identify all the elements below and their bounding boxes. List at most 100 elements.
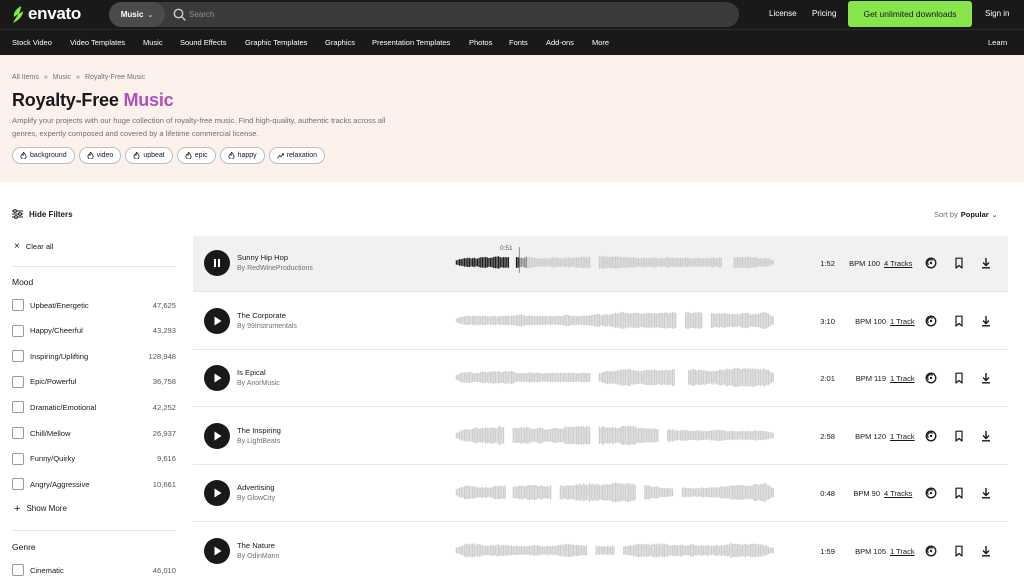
play-button[interactable] [204,365,230,392]
pause-button[interactable] [204,250,230,276]
nav-add-ons[interactable]: Add-ons [546,38,574,47]
waveform[interactable] [419,247,811,273]
bookmark-icon[interactable] [953,257,965,269]
similar-tracks-icon[interactable] [925,430,937,442]
similar-tracks-icon[interactable] [925,545,937,557]
tag-chip[interactable]: relaxation [268,147,326,164]
track-author[interactable]: By LightBeats [237,438,280,445]
waveform[interactable] [419,305,811,331]
track-author[interactable]: By 99Instrumentals [237,323,297,330]
nav-stock-video[interactable]: Stock Video [12,38,52,47]
category-select[interactable]: Music ⌄ [109,2,165,27]
similar-tracks-icon[interactable] [925,487,937,499]
facet-checkbox[interactable] [12,401,24,414]
track-author[interactable]: By GlowCity [237,495,275,502]
waveform[interactable] [419,477,811,503]
facet-option[interactable]: Inspiring/Uplifting 128,948 [12,349,176,363]
facet-checkbox[interactable] [12,478,24,491]
waveform[interactable] [419,535,811,561]
bookmark-icon[interactable] [953,487,965,499]
tag-chip[interactable]: happy [219,147,265,164]
nav-presentation-templates[interactable]: Presentation Templates [372,38,450,47]
breadcrumb-all-items[interactable]: All Items [12,74,39,81]
facet-option[interactable]: Epic/Powerful 36,758 [12,375,176,389]
facet-option[interactable]: Angry/Aggressive 10,661 [12,477,176,491]
nav-sound-effects[interactable]: Sound Effects [180,38,227,47]
track-count-link[interactable]: 1 Track [890,547,915,556]
nav-learn[interactable]: Learn [988,38,1007,47]
track-count-link[interactable]: 1 Track [890,374,915,383]
track-title[interactable]: Is Epical [237,368,266,377]
track-count-link[interactable]: 4 Tracks [884,489,912,498]
facet-option[interactable]: Dramatic/Emotional 42,252 [12,400,176,414]
track-author[interactable]: By OdinMann [237,553,279,560]
tag-chip[interactable]: background [12,147,75,164]
track-title[interactable]: Sunny Hip Hop [237,253,288,262]
facet-checkbox[interactable] [12,564,24,576]
facet-checkbox[interactable] [12,375,24,388]
track-row[interactable]: Is Epical By AnorMusic 2:01 BPM 119 1 Track [193,351,1008,408]
bookmark-icon[interactable] [953,372,965,384]
nav-more[interactable]: More [592,38,609,47]
download-icon[interactable] [980,487,992,499]
play-button[interactable] [204,422,230,449]
track-title[interactable]: The Nature [237,541,275,550]
nav-graphics[interactable]: Graphics [325,38,355,47]
track-title[interactable]: Advertising [237,483,275,492]
get-unlimited-downloads-button[interactable]: Get unlimited downloads [848,1,972,27]
tag-chip[interactable]: epic [176,147,216,164]
facet-option[interactable]: Funny/Quirky 9,616 [12,452,176,466]
sort-dropdown[interactable]: Sort by Popular ⌄ [934,210,998,219]
track-count-link[interactable]: 1 Track [890,317,915,326]
show-more-button[interactable]: + Show More [14,503,67,514]
track-row[interactable]: Advertising By GlowCity 0:48 BPM 90 4 Tracks [193,466,1008,523]
waveform[interactable] [419,362,811,388]
track-count-link[interactable]: 1 Track [890,432,915,441]
pricing-link[interactable]: Pricing [812,9,836,18]
download-icon[interactable] [980,257,992,269]
nav-photos[interactable]: Photos [469,38,492,47]
license-link[interactable]: License [769,9,797,18]
bookmark-icon[interactable] [953,430,965,442]
facet-checkbox[interactable] [12,299,24,311]
track-count-link[interactable]: 4 Tracks [884,259,912,268]
tag-chip[interactable]: video [78,147,122,164]
waveform[interactable] [419,420,811,446]
download-icon[interactable] [980,545,992,557]
nav-video-templates[interactable]: Video Templates [70,38,125,47]
similar-tracks-icon[interactable] [925,372,937,384]
track-author[interactable]: By AnorMusic [237,380,280,387]
nav-music[interactable]: Music [143,38,163,47]
envato-logo[interactable]: envato [12,4,81,24]
track-row[interactable]: Sunny Hip Hop By RedWineProductions 0:51 1:… [193,236,1008,292]
facet-option[interactable]: Upbeat/Energetic 47,625 [12,298,176,312]
facet-checkbox[interactable] [12,452,24,465]
download-icon[interactable] [980,372,992,384]
facet-option[interactable]: Cinematic 46,010 [12,563,176,576]
clear-all-button[interactable]: × Clear all [14,241,53,251]
facet-checkbox[interactable] [12,350,24,363]
track-title[interactable]: The Corporate [237,311,286,320]
hide-filters-button[interactable]: Hide Filters [12,209,73,219]
track-row[interactable]: The Corporate By 99Instrumentals 3:10 BPM 1… [193,294,1008,350]
nav-fonts[interactable]: Fonts [509,38,528,47]
bookmark-icon[interactable] [953,545,965,557]
play-button[interactable] [204,538,230,564]
nav-graphic-templates[interactable]: Graphic Templates [245,38,307,47]
bookmark-icon[interactable] [953,315,965,327]
sign-in-link[interactable]: Sign in [985,9,1009,18]
search-icon[interactable] [173,8,186,21]
facet-option[interactable]: Happy/Cheerful 43,293 [12,324,176,338]
similar-tracks-icon[interactable] [925,257,937,269]
similar-tracks-icon[interactable] [925,315,937,327]
facet-checkbox[interactable] [12,427,24,439]
play-button[interactable] [204,307,230,334]
tag-chip[interactable]: upbeat [125,147,173,164]
download-icon[interactable] [980,430,992,442]
track-title[interactable]: The Inspiring [237,426,281,435]
play-button[interactable] [204,480,230,507]
facet-option[interactable]: Chill/Mellow 26,937 [12,426,176,440]
breadcrumb-music[interactable]: Music [53,74,71,81]
search-input[interactable] [189,6,719,23]
download-icon[interactable] [980,315,992,327]
